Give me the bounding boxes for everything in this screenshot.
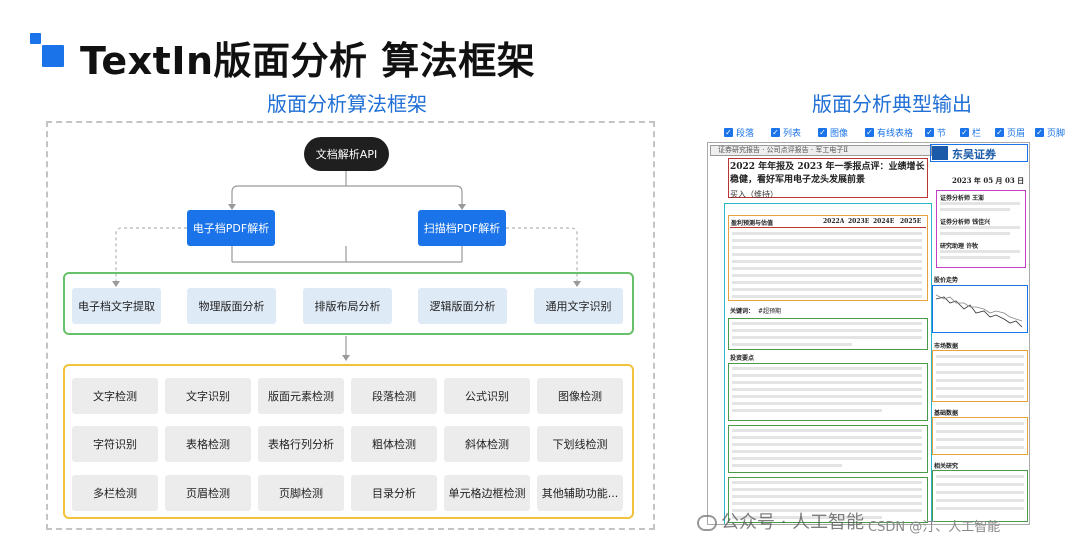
feature-italic-detection: 斜体检测 bbox=[444, 426, 530, 462]
legend-wired-table[interactable]: ✓ 有线表格 bbox=[865, 126, 913, 139]
feature-other-functions: 其他辅助功能... bbox=[537, 475, 623, 511]
legend-footer[interactable]: ✓ 页脚 bbox=[1035, 126, 1065, 139]
module-general-ocr: 通用文字识别 bbox=[534, 288, 623, 324]
doc-date: 2023 年 05 月 03 日 bbox=[952, 176, 1025, 185]
feature-text-recognition: 文字识别 bbox=[165, 378, 251, 414]
parser-node-electronic-pdf: 电子档PDF解析 bbox=[187, 210, 275, 246]
check-icon: ✓ bbox=[771, 128, 780, 137]
legend-section[interactable]: ✓ 节 bbox=[925, 126, 946, 139]
module-physical-layout: 物理版面分析 bbox=[187, 288, 276, 324]
feature-multi-column-detection: 多栏检测 bbox=[72, 475, 158, 511]
doc-analyst-3: 研究助理 许牧 bbox=[940, 243, 979, 250]
csdn-watermark: CSDN @汀、人工智能 bbox=[868, 520, 1001, 535]
feature-formula-recognition: 公式识别 bbox=[444, 378, 530, 414]
check-icon: ✓ bbox=[724, 128, 733, 137]
legend-column[interactable]: ✓ 栏 bbox=[960, 126, 981, 139]
feature-bold-detection: 粗体检测 bbox=[351, 426, 437, 462]
document-preview: 证券研究报告 · 公司点评报告 · 军工电子Ⅱ 2022 年年报及 2023 年… bbox=[707, 142, 1030, 525]
feature-table-row-col-analysis: 表格行列分析 bbox=[258, 426, 344, 462]
doc-analyst-2: 证券分析师 钱佳兴 bbox=[940, 219, 991, 226]
feature-toc-analysis: 目录分析 bbox=[351, 475, 437, 511]
feature-text-detection: 文字检测 bbox=[72, 378, 158, 414]
legend-image[interactable]: ✓ 图像 bbox=[818, 126, 848, 139]
feature-character-recognition: 字符识别 bbox=[72, 426, 158, 462]
right-subtitle: 版面分析典型输出 bbox=[812, 92, 972, 116]
check-icon: ✓ bbox=[818, 128, 827, 137]
wechat-watermark: 公众号 · 人工智能 bbox=[697, 508, 864, 534]
doc-market-label: 市场数据 bbox=[934, 343, 959, 350]
doc-rating: 买入（维持） bbox=[730, 190, 778, 199]
feature-table-detection: 表格检测 bbox=[165, 426, 251, 462]
parser-node-scanned-pdf: 扫描档PDF解析 bbox=[418, 210, 506, 246]
feature-layout-element-detection: 版面元素检测 bbox=[258, 378, 344, 414]
check-icon: ✓ bbox=[995, 128, 1004, 137]
feature-underline-detection: 下划线检测 bbox=[537, 426, 623, 462]
feature-image-detection: 图像检测 bbox=[537, 378, 623, 414]
module-typesetting-layout: 排版布局分析 bbox=[303, 288, 392, 324]
feature-cell-border-detection: 单元格边框检测 bbox=[444, 475, 530, 511]
doc-report-title: 2022 年年报及 2023 年一季报点评：业绩增长稳健，看好军用电子龙头发展前… bbox=[730, 162, 925, 185]
legend-list[interactable]: ✓ 列表 bbox=[771, 126, 801, 139]
check-icon: ✓ bbox=[865, 128, 874, 137]
module-electronic-text-extract: 电子档文字提取 bbox=[72, 288, 161, 324]
legend-header[interactable]: ✓ 页眉 bbox=[995, 126, 1025, 139]
check-icon: ✓ bbox=[960, 128, 969, 137]
doc-stock-chart bbox=[936, 294, 1023, 328]
doc-header-line: 证券研究报告 · 公司点评报告 · 军工电子Ⅱ bbox=[718, 146, 849, 154]
doc-stock-chart-label: 股价走势 bbox=[934, 277, 959, 284]
module-logical-layout: 逻辑版面分析 bbox=[418, 288, 507, 324]
doc-analyst-1: 证券分析师 王澎 bbox=[940, 195, 985, 202]
feature-paragraph-detection: 段落检测 bbox=[351, 378, 437, 414]
doc-related-label: 相关研究 bbox=[934, 463, 959, 470]
feature-footer-detection: 页脚检测 bbox=[258, 475, 344, 511]
doc-base-label: 基础数据 bbox=[934, 410, 959, 417]
check-icon: ✓ bbox=[925, 128, 934, 137]
feature-header-detection: 页眉检测 bbox=[165, 475, 251, 511]
legend-paragraph[interactable]: ✓ 段落 bbox=[724, 126, 754, 139]
check-icon: ✓ bbox=[1035, 128, 1044, 137]
wechat-icon bbox=[697, 515, 717, 531]
root-node-doc-api: 文档解析API bbox=[304, 137, 389, 171]
